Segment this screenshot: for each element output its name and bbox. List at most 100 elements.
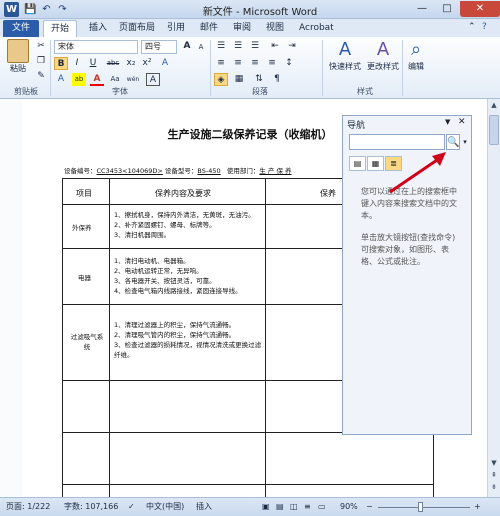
increase-indent-icon[interactable]: ⇥ [285,40,299,53]
view-reading-icon[interactable]: ▤ [276,498,284,516]
language-status[interactable]: 中文(中国) [146,498,184,516]
insert-mode-status[interactable]: 插入 [196,498,212,516]
show-marks-icon[interactable]: ¶ [270,73,284,86]
change-styles-button[interactable]: A 更改样式 [365,39,401,72]
vertical-scrollbar[interactable]: ▲ ▼ ⇞ ⇟ [487,99,500,497]
content-line: 1、清扫电动机、电器箱。 [114,257,190,265]
shading-icon[interactable]: ◈ [214,73,228,86]
view-draft-icon[interactable]: ▭ [318,498,326,516]
maximize-button[interactable]: □ [435,1,459,17]
italic-button[interactable]: I [70,57,84,70]
align-left-icon[interactable]: ≡ [214,57,228,70]
view-outline-icon[interactable]: ≡ [304,498,311,516]
tab-acrobat[interactable]: Acrobat [292,20,341,37]
document-title[interactable]: 生产设施二级保养记录（收缩机） [160,126,340,142]
numbering-icon[interactable]: ☰ [231,40,245,53]
editing-label: 编辑 [408,62,424,71]
nav-search-dropdown-icon[interactable]: ▾ [461,134,469,150]
ribbon: 粘贴 ✂ ❐ ✎ 剪贴板 宋体 四号 A A B I U abc x₂ x² A… [0,37,500,99]
zoom-in-button[interactable]: + [474,498,481,516]
align-right-icon[interactable]: ≡ [248,57,262,70]
align-center-icon[interactable]: ≡ [231,57,245,70]
separator [322,40,323,96]
line-spacing-icon[interactable]: ↕ [282,57,296,70]
scroll-up-icon[interactable]: ▲ [488,99,500,111]
tab-view[interactable]: 视图 [259,20,291,37]
editing-button[interactable]: ⌕ 编辑 [404,39,428,72]
table-row-item[interactable]: 外保养 [72,222,92,232]
underline-button[interactable]: U [86,57,100,70]
bold-button[interactable]: B [54,57,68,70]
zoom-slider-track[interactable] [378,507,470,508]
superscript-button[interactable]: x² [140,57,154,70]
char-border-icon[interactable]: A [146,73,160,86]
tab-file[interactable]: 文件 [3,20,39,37]
word-count-status[interactable]: 字数: 107,166 [64,498,118,516]
next-page-icon[interactable]: ⇟ [488,481,500,493]
strikethrough-button[interactable]: abc [104,57,122,70]
scroll-thumb[interactable] [489,115,499,145]
table-row-item[interactable]: 过滤吸气系统 [68,332,106,352]
prev-page-icon[interactable]: ⇞ [488,469,500,481]
grow-font-icon[interactable]: A [180,40,194,53]
proofing-icon[interactable]: ✓ [128,498,135,516]
text-effect-icon[interactable]: A [54,73,68,86]
document-info-line[interactable]: 设备编号：CC3453<104069D> 设备型号：BS-450 使用部门：生 … [64,165,292,175]
tab-home[interactable]: 开始 [43,20,78,37]
shrink-font-icon[interactable]: A [194,41,208,54]
borders-icon[interactable]: ▦ [232,73,246,86]
nav-pane-close-icon[interactable]: ✕ [458,117,466,127]
word-logo-icon[interactable]: W [4,2,19,17]
table-row-content[interactable]: 1、清扫电动机、电器箱。 2、电动机运转正常，无异响。 3、各电器开关、按钮灵活… [114,256,242,296]
table-row-item[interactable]: 电器 [78,272,91,282]
font-size-combo[interactable]: 四号 [141,40,177,54]
nav-pane-menu-icon[interactable]: ▼ [445,118,450,126]
bullets-icon[interactable]: ☰ [214,40,228,53]
paste-button[interactable]: 粘贴 [5,39,31,74]
page-count-status[interactable]: 页面: 1/222 [6,498,50,516]
clear-format-icon[interactable]: A [158,57,172,70]
ribbon-collapse-icon[interactable]: ⌃ [468,22,476,32]
tab-references[interactable]: 引用 [160,20,192,37]
table-header-record[interactable]: 保养 [320,188,336,199]
nav-tab-headings[interactable]: ▤ [349,156,366,171]
decrease-indent-icon[interactable]: ⇤ [268,40,282,53]
copy-icon[interactable]: ❐ [34,55,48,68]
quick-styles-button[interactable]: A 快速样式 [327,39,363,72]
undo-icon[interactable]: ↶ [40,3,53,16]
scroll-down-icon[interactable]: ▼ [488,457,500,469]
sort-icon[interactable]: ⇅ [252,73,266,86]
close-button[interactable]: ✕ [460,1,500,17]
font-color-button[interactable]: A [90,73,104,86]
multilevel-list-icon[interactable]: ☰ [248,40,262,53]
table-col-line [265,178,266,497]
minimize-button[interactable]: — [410,1,434,17]
font-name-combo[interactable]: 宋体 [54,40,138,54]
view-web-icon[interactable]: ◫ [290,498,298,516]
table-header-item[interactable]: 项目 [76,188,92,199]
phonetic-guide-icon[interactable]: wén [126,73,140,86]
table-row-content[interactable]: 1、清理过滤器上的积尘，保持气流通畅。 2、清理吸气管内的积尘，保持气流通畅。 … [114,320,262,360]
table-row-line [62,484,434,485]
save-icon[interactable]: 💾 [24,3,37,16]
justify-icon[interactable]: ≡ [265,57,279,70]
view-print-layout-icon[interactable]: ▣ [262,498,270,516]
tab-insert[interactable]: 插入 [82,20,114,37]
cut-icon[interactable]: ✂ [34,40,48,53]
format-painter-icon[interactable]: ✎ [34,70,48,83]
tab-review[interactable]: 审阅 [226,20,258,37]
zoom-slider-thumb[interactable] [418,502,423,512]
highlight-button[interactable]: ab [72,73,86,86]
tab-page-layout[interactable]: 页面布局 [112,20,162,37]
nav-tab-pages[interactable]: ▦ [367,156,384,171]
change-case-button[interactable]: Aa [108,73,122,86]
table-col-line [109,178,110,497]
table-row-content[interactable]: 1、擦拭机身，保持内外清洁，无黄斑，无油污。 2、补齐紧固螺钉、螺母、标牌等。 … [114,210,255,240]
help-icon[interactable]: ? [482,22,487,32]
zoom-out-button[interactable]: − [366,498,373,516]
subscript-button[interactable]: x₂ [124,57,138,70]
table-header-content[interactable]: 保养内容及要求 [155,188,211,199]
zoom-level[interactable]: 90% [340,498,358,516]
tab-mailings[interactable]: 邮件 [193,20,225,37]
redo-icon[interactable]: ↷ [56,3,69,16]
